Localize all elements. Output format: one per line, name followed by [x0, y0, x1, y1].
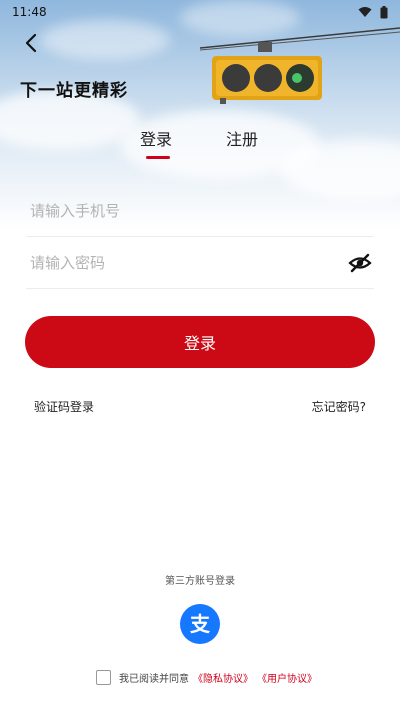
forgot-password-link[interactable]: 忘记密码?: [312, 398, 366, 415]
wifi-icon: [358, 7, 372, 17]
agreement-text: 我已阅读并同意: [119, 673, 189, 685]
eye-off-icon: [348, 253, 372, 273]
back-button[interactable]: [18, 30, 44, 56]
battery-icon: [380, 5, 388, 18]
alipay-login-button[interactable]: 支: [180, 604, 220, 644]
chevron-left-icon: [25, 33, 37, 53]
svg-text:支: 支: [190, 612, 211, 636]
password-field: [26, 237, 374, 289]
password-input[interactable]: [26, 237, 326, 289]
auth-tabs: 登录 注册: [0, 126, 400, 166]
third-party-login-label: 第三方账号登录: [165, 576, 235, 587]
status-time: 11:48: [12, 5, 47, 19]
active-tab-indicator: [146, 156, 170, 159]
agreement-row: 我已阅读并同意 《隐私协议》 《用户协议》: [96, 668, 317, 686]
privacy-agreement-link[interactable]: 《隐私协议》: [193, 670, 253, 685]
user-agreement-link[interactable]: 《用户协议》: [257, 670, 317, 685]
phone-input[interactable]: [26, 185, 326, 237]
sms-login-link[interactable]: 验证码登录: [34, 398, 94, 415]
page-headline: 下一站更精彩: [20, 81, 128, 101]
traffic-light-illustration: [200, 27, 400, 104]
tab-register[interactable]: 注册: [226, 126, 258, 150]
agreement-checkbox[interactable]: [96, 669, 111, 685]
password-visibility-toggle[interactable]: [348, 251, 372, 275]
alipay-icon: 支: [190, 612, 211, 636]
phone-field: [26, 185, 374, 237]
tab-login[interactable]: 登录: [140, 126, 172, 150]
login-button[interactable]: 登录: [25, 316, 375, 368]
status-bar: 11:48: [0, 0, 400, 24]
